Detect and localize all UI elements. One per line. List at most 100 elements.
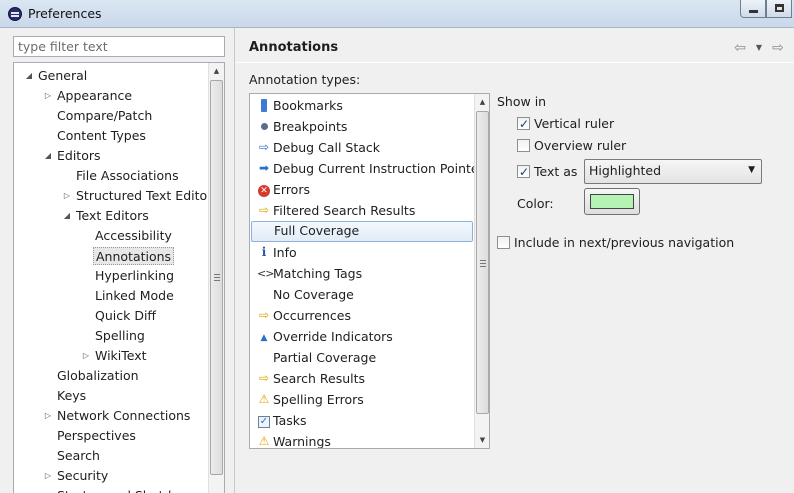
tree-item-label: Startup and Shutdown — [55, 486, 199, 493]
tasks-icon: ✓ — [258, 416, 270, 428]
dropdown-arrow-icon: ▼ — [748, 165, 755, 175]
annotation-type-item[interactable]: No Coverage — [251, 284, 473, 305]
annotation-type-item[interactable]: ⇨ Occurrences — [251, 305, 473, 326]
annotation-type-label: Tasks — [273, 413, 307, 428]
annotation-type-item[interactable]: i Info — [251, 242, 473, 263]
tag-icon: <> — [257, 267, 274, 280]
collapsed-arrow-icon[interactable]: ▷ — [43, 486, 53, 493]
annotation-type-label: Warnings — [273, 434, 331, 449]
bookmark-icon — [257, 95, 271, 116]
annotation-type-item[interactable]: ✓ Tasks — [251, 410, 473, 431]
overview-ruler-checkbox[interactable] — [517, 139, 530, 152]
collapsed-arrow-icon[interactable]: ▷ — [81, 346, 91, 366]
annotation-type-label: Override Indicators — [273, 329, 393, 344]
preferences-nav-panel: ◢ General ▷ Appearance Compare/Patch Content … — [0, 28, 234, 493]
tree-item-label: File Associations — [76, 168, 179, 183]
annotation-type-item[interactable]: Breakpoints — [251, 116, 473, 137]
annotation-type-label: No Coverage — [273, 287, 354, 302]
vertical-ruler-checkbox[interactable] — [517, 115, 530, 133]
tree-item-label: Search — [57, 448, 100, 463]
error-icon: ✕ — [257, 179, 271, 200]
preferences-tree: ◢ General ▷ Appearance Compare/Patch Content … — [13, 62, 225, 493]
eclipse-icon — [8, 7, 22, 21]
text-as-label: Text as — [534, 164, 578, 179]
scroll-up-icon[interactable]: ▲ — [475, 94, 489, 110]
annotation-type-label: Filtered Search Results — [273, 203, 416, 218]
annotation-type-item[interactable]: ⇨ Debug Call Stack — [251, 137, 473, 158]
tree-item-label: Quick Diff — [95, 308, 157, 323]
tree-item-label: Text Editors — [76, 208, 149, 223]
tree-item-label: Appearance — [57, 88, 133, 103]
annotation-type-item[interactable]: ✕ Errors — [251, 179, 473, 200]
text-as-checkbox[interactable] — [517, 163, 530, 181]
expanded-arrow-icon[interactable]: ◢ — [43, 146, 53, 166]
minimize-button[interactable] — [740, 0, 766, 18]
collapsed-arrow-icon[interactable]: ▷ — [43, 86, 53, 106]
annotation-type-label: Partial Coverage — [273, 350, 377, 365]
collapsed-arrow-icon[interactable]: ▷ — [62, 186, 72, 206]
types-scroll-thumb[interactable] — [476, 111, 489, 414]
window-controls — [740, 0, 792, 18]
tree-item-label: General — [38, 68, 88, 83]
annotation-type-item[interactable]: ⚠ Warnings — [251, 431, 473, 449]
annotation-type-item[interactable]: ⚠ Spelling Errors — [251, 389, 473, 410]
chevron-down-icon[interactable]: ▼ — [754, 40, 764, 56]
maximize-button[interactable] — [766, 0, 792, 18]
filter-input[interactable] — [13, 36, 225, 57]
annotation-type-item[interactable]: ⇨ Search Results — [251, 368, 473, 389]
annotation-type-item[interactable]: ▲ Override Indicators — [251, 326, 473, 347]
page-title: Annotations — [249, 40, 339, 55]
debug-arrow-icon: ⇨ — [258, 140, 270, 154]
override-icon: ▲ — [260, 333, 268, 343]
search-arrow-icon: ⇨ — [258, 371, 270, 385]
annotation-type-item[interactable]: Partial Coverage — [251, 347, 473, 368]
breakpoint-icon — [257, 116, 271, 137]
collapsed-arrow-icon[interactable]: ▷ — [43, 406, 53, 426]
tree-item-label: Network Connections — [57, 408, 191, 423]
tree-item-label: Spelling — [95, 328, 145, 343]
annotation-type-item[interactable]: <> Matching Tags — [251, 263, 473, 284]
annotation-type-item[interactable]: ➡ Debug Current Instruction Pointer — [251, 158, 484, 179]
text-style-value: Highlighted — [589, 163, 662, 178]
forward-icon[interactable]: ⇨ — [770, 40, 786, 56]
tree-scroll-thumb[interactable] — [210, 80, 223, 475]
tree-item-label: WikiText — [95, 348, 147, 363]
types-scrollbar[interactable]: ▲ ▼ — [474, 94, 489, 448]
annotation-type-item[interactable]: Bookmarks — [251, 95, 473, 116]
warning-icon: ⚠ — [258, 392, 270, 406]
annotation-types-list[interactable]: Bookmarks Breakpoints ⇨ Debug Call Stack ➡ De… — [249, 93, 490, 449]
annotation-types-label: Annotation types: — [249, 72, 361, 87]
include-navigation-checkbox[interactable] — [497, 236, 510, 249]
annotation-type-item[interactable]: ⇨ Filtered Search Results — [251, 200, 473, 221]
annotation-type-label: Errors — [273, 182, 310, 197]
annotation-type-label: Occurrences — [273, 308, 351, 323]
tree-scrollbar[interactable]: ▲ — [208, 63, 224, 493]
annotation-type-label: Bookmarks — [273, 98, 343, 113]
include-navigation-label: Include in next/previous navigation — [514, 235, 735, 250]
tree-item-label: Perspectives — [57, 428, 136, 443]
window-title: Preferences — [28, 6, 102, 21]
color-picker-button[interactable] — [584, 188, 640, 215]
tree-item-label: Editors — [57, 148, 101, 163]
text-style-select[interactable]: Highlighted ▼ — [584, 159, 762, 184]
scroll-down-icon[interactable]: ▼ — [475, 432, 489, 448]
maximize-icon — [775, 4, 784, 12]
page-nav: ⇦ ▼ ⇨ — [732, 40, 786, 56]
tree-item-label: Accessibility — [95, 228, 172, 243]
annotation-type-item[interactable]: Full Coverage — [251, 221, 473, 242]
back-icon[interactable]: ⇦ — [732, 40, 748, 56]
tree-item-label: Linked Mode — [95, 288, 174, 303]
search-arrow-icon: ⇨ — [258, 203, 270, 217]
annotations-page: Annotations ⇦ ▼ ⇨ Annotation types: Book… — [235, 28, 794, 493]
annotation-type-label: Debug Call Stack — [273, 140, 380, 155]
title-separator — [235, 62, 794, 63]
expanded-arrow-icon[interactable]: ◢ — [24, 66, 34, 86]
tree-item-label: Compare/Patch — [57, 108, 153, 123]
expanded-arrow-icon[interactable]: ◢ — [62, 206, 72, 226]
annotation-type-label: Info — [273, 245, 297, 260]
collapsed-arrow-icon[interactable]: ▷ — [43, 466, 53, 486]
tree-item-label: Keys — [57, 388, 87, 403]
color-swatch — [590, 194, 634, 209]
warning-icon: ⚠ — [258, 434, 270, 448]
scroll-up-icon[interactable]: ▲ — [209, 63, 224, 79]
